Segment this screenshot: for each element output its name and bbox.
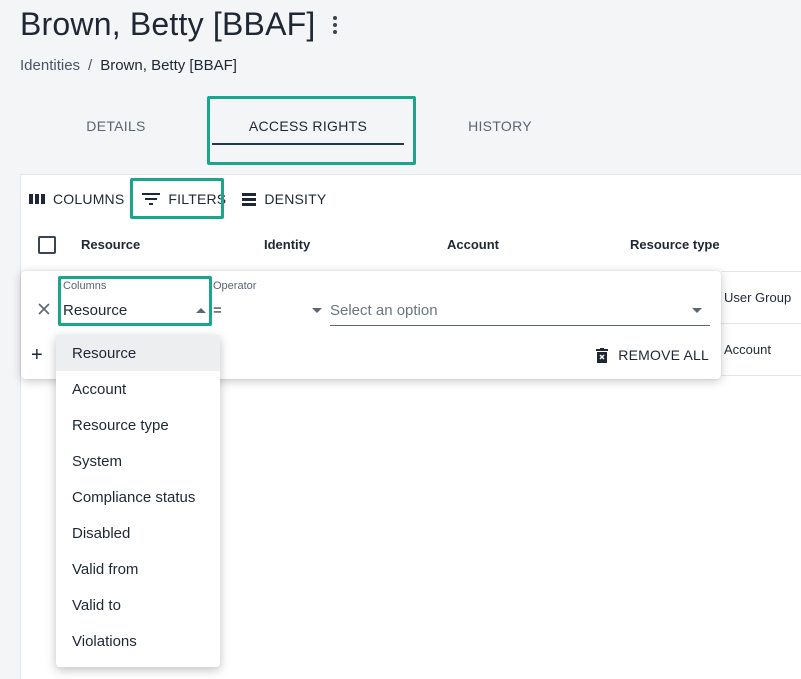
row-divider [721,271,801,272]
remove-all-label: REMOVE ALL [618,347,709,363]
dropdown-option-disabled[interactable]: Disabled [56,515,220,551]
density-button-label: DENSITY [264,191,327,207]
page-title: Brown, Betty [BBAF] [20,6,316,42]
dropdown-option-valid-to[interactable]: Valid to [56,587,220,623]
density-button[interactable]: DENSITY [242,191,326,207]
value-select-placeholder: Select an option [330,302,438,319]
tab-bar: DETAILS ACCESS RIGHTS HISTORY [20,96,801,164]
column-header-account[interactable]: Account [447,237,499,252]
operator-select-value: = [213,302,222,319]
more-options-icon[interactable] [329,13,341,37]
filter-icon [142,193,161,205]
add-filter-button[interactable]: + [31,345,43,365]
value-select[interactable]: Select an option [330,280,710,326]
breadcrumb-separator: / [88,57,93,74]
columns-select-label: Columns [63,280,107,292]
chevron-down-icon [312,308,322,313]
breadcrumb-identities-link[interactable]: Identities [20,57,80,74]
dropdown-option-system[interactable]: System [56,443,220,479]
title-row: Brown, Betty [BBAF] [20,6,341,43]
column-header-resource[interactable]: Resource [81,237,140,252]
filters-button-label: FILTERS [168,191,227,207]
tab-details[interactable]: DETAILS [20,96,212,156]
grid-header-row: Resource Identity Account Resource type [21,225,801,265]
columns-button-label: COLUMNS [53,191,125,207]
column-header-resource-type[interactable]: Resource type [630,237,720,252]
table-row-resource-type: User Group [724,290,792,305]
columns-icon [29,194,45,204]
columns-select[interactable]: Columns Resource [63,280,209,326]
tab-access-rights-label: ACCESS RIGHTS [248,118,368,134]
table-row-resource-type: Account [724,342,771,357]
chevron-up-icon [196,308,206,313]
breadcrumb: Identities / Brown, Betty [BBAF] [20,57,237,74]
breadcrumb-current: Brown, Betty [BBAF] [100,57,237,74]
column-header-identity[interactable]: Identity [264,237,310,252]
delete-icon [596,347,609,363]
dropdown-option-resource-type[interactable]: Resource type [56,407,220,443]
row-divider [721,375,801,376]
columns-button[interactable]: COLUMNS [29,191,124,207]
filters-button[interactable]: FILTERS [142,191,226,207]
tab-history[interactable]: HISTORY [404,96,596,156]
dropdown-option-valid-from[interactable]: Valid from [56,551,220,587]
tab-access-rights[interactable]: ACCESS RIGHTS [212,96,404,156]
remove-all-button[interactable]: REMOVE ALL [596,347,709,363]
chevron-down-icon [692,308,702,313]
dropdown-option-account[interactable]: Account [56,371,220,407]
close-icon[interactable] [36,301,52,317]
select-all-checkbox[interactable] [38,236,56,254]
active-tab-indicator [212,143,404,145]
columns-dropdown-menu: Resource Account Resource type System Co… [56,335,220,667]
columns-select-value: Resource [63,302,128,319]
dropdown-option-compliance-status[interactable]: Compliance status [56,479,220,515]
row-divider [721,323,801,324]
dropdown-option-resource[interactable]: Resource [56,335,220,371]
operator-select[interactable]: Operator = [213,280,325,326]
density-icon [242,193,257,206]
value-select-underline [330,325,710,326]
dropdown-option-violations[interactable]: Violations [56,623,220,659]
operator-select-label: Operator [213,280,257,292]
grid-toolbar: COLUMNS FILTERS DENSITY [29,187,342,211]
